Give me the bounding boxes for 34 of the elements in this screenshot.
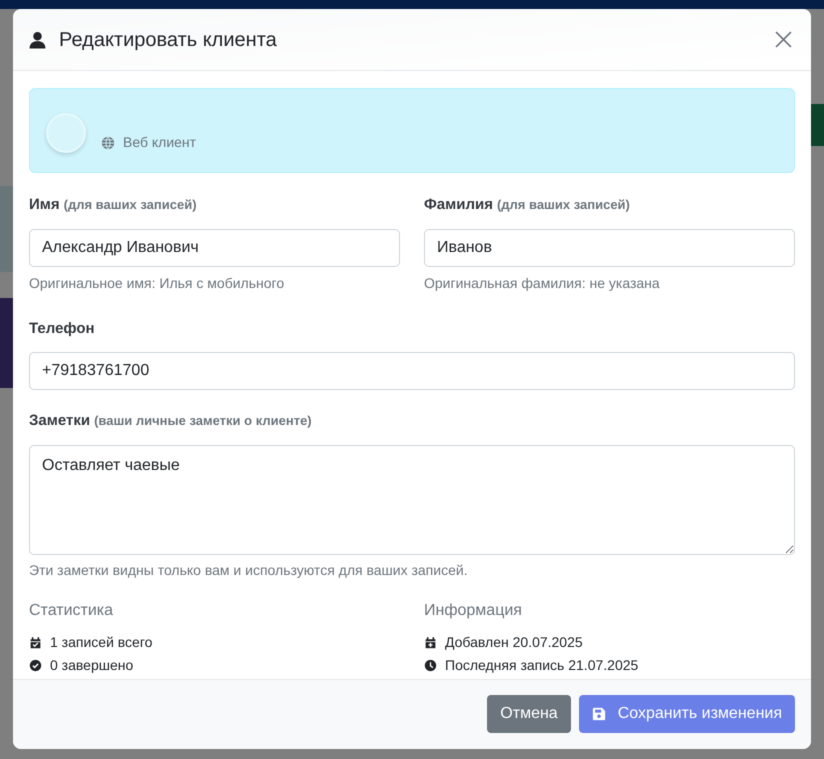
field-hint: (для ваших записей) [496, 196, 630, 214]
notes-field[interactable]: Оставляет чаевые [29, 444, 795, 554]
globe-icon [101, 136, 115, 150]
field-label: Телефон [29, 318, 95, 338]
stat-text: 1 записей всего [50, 632, 152, 652]
check-circle-icon [29, 658, 42, 672]
section-title: Статистика [29, 600, 114, 620]
clock-icon [424, 658, 437, 672]
save-icon [592, 706, 606, 720]
source-label: Веб клиент [123, 133, 196, 152]
field-label: Заметки [29, 411, 90, 431]
field-label: Имя [29, 195, 60, 215]
field-label: Фамилия [424, 195, 493, 215]
section-title: Информация [424, 600, 523, 620]
field-hint: (ваши личные заметки о клиенте) [94, 412, 312, 430]
help-text: Оригинальная фамилия: не указана [424, 274, 661, 293]
field-hint: (для ваших записей) [64, 196, 197, 214]
input-field[interactable]: Александр Иванович [29, 228, 400, 266]
avatar [46, 113, 86, 153]
save-button[interactable]: Сохранить изменения [578, 694, 795, 732]
close-button[interactable] [773, 30, 793, 50]
close-icon [774, 31, 792, 48]
help-text: Эти заметки видны только вам и используются для ваших записей. [29, 560, 469, 580]
input-field[interactable]: +79183761700 [29, 352, 795, 390]
modal-title: Редактировать клиента [59, 28, 277, 52]
cancel-button[interactable]: Отмена [487, 694, 571, 732]
stat-text: Добавлен 20.07.2025 [445, 632, 583, 652]
stat-text: 0 завершено [50, 656, 134, 675]
input-field[interactable]: Иванов [424, 228, 795, 266]
user-icon [29, 30, 46, 48]
stat-text: Последняя запись 21.07.2025 [445, 656, 638, 675]
help-text: Оригинальное имя: Илья с мобильного [29, 274, 286, 293]
calendar-plus-icon [424, 636, 437, 648]
calendar-check-icon [29, 636, 42, 648]
